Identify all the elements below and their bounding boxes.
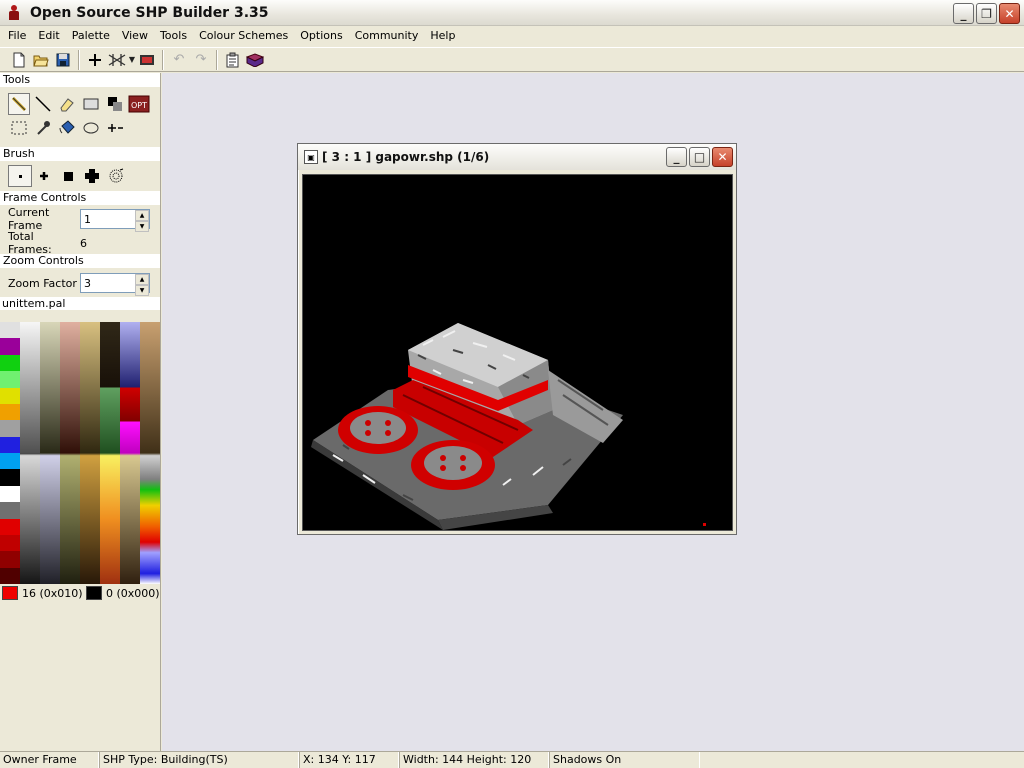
toolbar: ▼ ↶ ↷ bbox=[0, 47, 1024, 72]
grid-dropdown-icon[interactable]: ▼ bbox=[128, 49, 136, 71]
secondary-color-swatch[interactable] bbox=[86, 586, 102, 600]
opt-tool-label: OPT bbox=[131, 101, 147, 110]
menu-palette[interactable]: Palette bbox=[66, 26, 116, 46]
palette-grid[interactable] bbox=[0, 322, 160, 584]
brush-row bbox=[0, 161, 160, 191]
app-title: Open Source SHP Builder 3.35 bbox=[30, 4, 269, 21]
zoom-factor-spinner[interactable]: 3 ▲ ▼ bbox=[80, 273, 150, 296]
new-icon[interactable] bbox=[8, 49, 30, 71]
spin-up-icon[interactable]: ▲ bbox=[135, 274, 149, 285]
crash-tool-icon[interactable] bbox=[104, 117, 126, 139]
line-tool-icon[interactable] bbox=[32, 93, 54, 115]
close-button[interactable]: ✕ bbox=[999, 3, 1020, 24]
zoom-controls-header: Zoom Controls bbox=[0, 254, 160, 268]
save-icon[interactable] bbox=[52, 49, 74, 71]
minimize-button[interactable]: _ bbox=[953, 3, 974, 24]
redo-icon[interactable]: ↷ bbox=[190, 49, 212, 71]
current-frame-spinner[interactable]: 1 ▲ ▼ bbox=[80, 209, 150, 232]
app-icon bbox=[6, 4, 22, 22]
toolbar-separator bbox=[216, 49, 218, 70]
palette-name: unittem.pal bbox=[0, 297, 160, 310]
menu-community[interactable]: Community bbox=[349, 26, 425, 46]
zoom-factor-input[interactable]: 3 bbox=[81, 277, 135, 290]
grid-icon[interactable] bbox=[106, 49, 128, 71]
doc-close-button[interactable]: ✕ bbox=[712, 147, 733, 167]
brush-size-3-icon[interactable] bbox=[56, 165, 80, 187]
drawing-canvas[interactable] bbox=[302, 174, 733, 531]
rectangle-tool-icon[interactable] bbox=[80, 93, 102, 115]
mdi-workspace: ▣ [ 3 : 1 ] gapowr.shp (1/6) _ □ ✕ bbox=[162, 73, 1024, 751]
open-icon[interactable] bbox=[30, 49, 52, 71]
menu-help[interactable]: Help bbox=[424, 26, 461, 46]
brush-size-1-icon[interactable] bbox=[8, 165, 32, 187]
menu-options[interactable]: Options bbox=[294, 26, 348, 46]
frame-controls-header: Frame Controls bbox=[0, 191, 160, 205]
zoom-factor-label: Zoom Factor bbox=[8, 276, 77, 290]
toolbar-separator bbox=[78, 49, 80, 70]
primary-color-swatch[interactable] bbox=[2, 586, 18, 600]
menu-edit[interactable]: Edit bbox=[32, 26, 65, 46]
total-frames-label: Total Frames: bbox=[8, 230, 52, 256]
tools-header: Tools bbox=[0, 73, 160, 87]
left-panel: Tools OPT Brush Frame Controls Current F… bbox=[0, 73, 161, 751]
current-frame-label: Current Frame bbox=[8, 206, 50, 232]
primary-color-label: 16 (0x010) bbox=[22, 586, 83, 600]
book-icon[interactable] bbox=[244, 49, 266, 71]
fill-tool-icon[interactable] bbox=[56, 117, 78, 139]
document-title: [ 3 : 1 ] gapowr.shp (1/6) bbox=[322, 150, 490, 164]
status-owner: Owner Frame bbox=[0, 752, 100, 768]
restore-button[interactable]: ❐ bbox=[976, 3, 997, 24]
tools-grid: OPT bbox=[0, 87, 160, 147]
undo-icon[interactable]: ↶ bbox=[168, 49, 190, 71]
secondary-color-label: 0 (0x000) bbox=[106, 586, 160, 600]
menu-file[interactable]: File bbox=[2, 26, 32, 46]
eraser-tool-icon[interactable] bbox=[56, 93, 78, 115]
select-tool-icon[interactable] bbox=[8, 117, 30, 139]
spin-up-icon[interactable]: ▲ bbox=[135, 210, 149, 221]
spin-down-icon[interactable]: ▼ bbox=[135, 285, 149, 296]
title-bar: Open Source SHP Builder 3.35 _ ❐ ✕ bbox=[0, 0, 1024, 26]
doc-minimize-button[interactable]: _ bbox=[666, 147, 687, 167]
menu-colour-schemes[interactable]: Colour Schemes bbox=[193, 26, 294, 46]
properties-icon[interactable] bbox=[222, 49, 244, 71]
status-bar: Owner Frame SHP Type: Building(TS) X: 13… bbox=[0, 751, 1024, 768]
total-frames-value: 6 bbox=[80, 236, 87, 250]
status-coords: X: 134 Y: 117 bbox=[300, 752, 400, 768]
brush-size-4-icon[interactable] bbox=[80, 165, 104, 187]
brush-size-2-icon[interactable] bbox=[32, 165, 56, 187]
shp-document-window: ▣ [ 3 : 1 ] gapowr.shp (1/6) _ □ ✕ bbox=[297, 143, 737, 535]
brush-spray-icon[interactable] bbox=[104, 165, 128, 187]
brush-header: Brush bbox=[0, 147, 160, 161]
crosshair-icon[interactable] bbox=[84, 49, 106, 71]
dropper-tool-icon[interactable] bbox=[32, 117, 54, 139]
darken-lighten-tool-icon[interactable] bbox=[104, 93, 126, 115]
building-sprite bbox=[311, 323, 706, 530]
status-shp-type: SHP Type: Building(TS) bbox=[100, 752, 300, 768]
doc-maximize-button[interactable]: □ bbox=[689, 147, 710, 167]
selected-colors: 16 (0x010) 0 (0x000) bbox=[0, 586, 160, 600]
menu-tools[interactable]: Tools bbox=[154, 26, 193, 46]
document-icon: ▣ bbox=[304, 150, 318, 164]
pencil-tool-icon[interactable] bbox=[8, 93, 30, 115]
status-shadows: Shadows On bbox=[550, 752, 700, 768]
document-title-bar[interactable]: ▣ [ 3 : 1 ] gapowr.shp (1/6) _ □ ✕ bbox=[298, 144, 736, 170]
preview-icon[interactable] bbox=[136, 49, 158, 71]
ellipse-tool-icon[interactable] bbox=[80, 117, 102, 139]
spin-down-icon[interactable]: ▼ bbox=[135, 221, 149, 232]
status-size: Width: 144 Height: 120 bbox=[400, 752, 550, 768]
current-frame-input[interactable]: 1 bbox=[81, 213, 135, 226]
opt-tool-icon[interactable]: OPT bbox=[128, 93, 150, 115]
menu-bar: File Edit Palette View Tools Colour Sche… bbox=[0, 26, 1024, 46]
toolbar-separator bbox=[162, 49, 164, 70]
menu-view[interactable]: View bbox=[116, 26, 154, 46]
